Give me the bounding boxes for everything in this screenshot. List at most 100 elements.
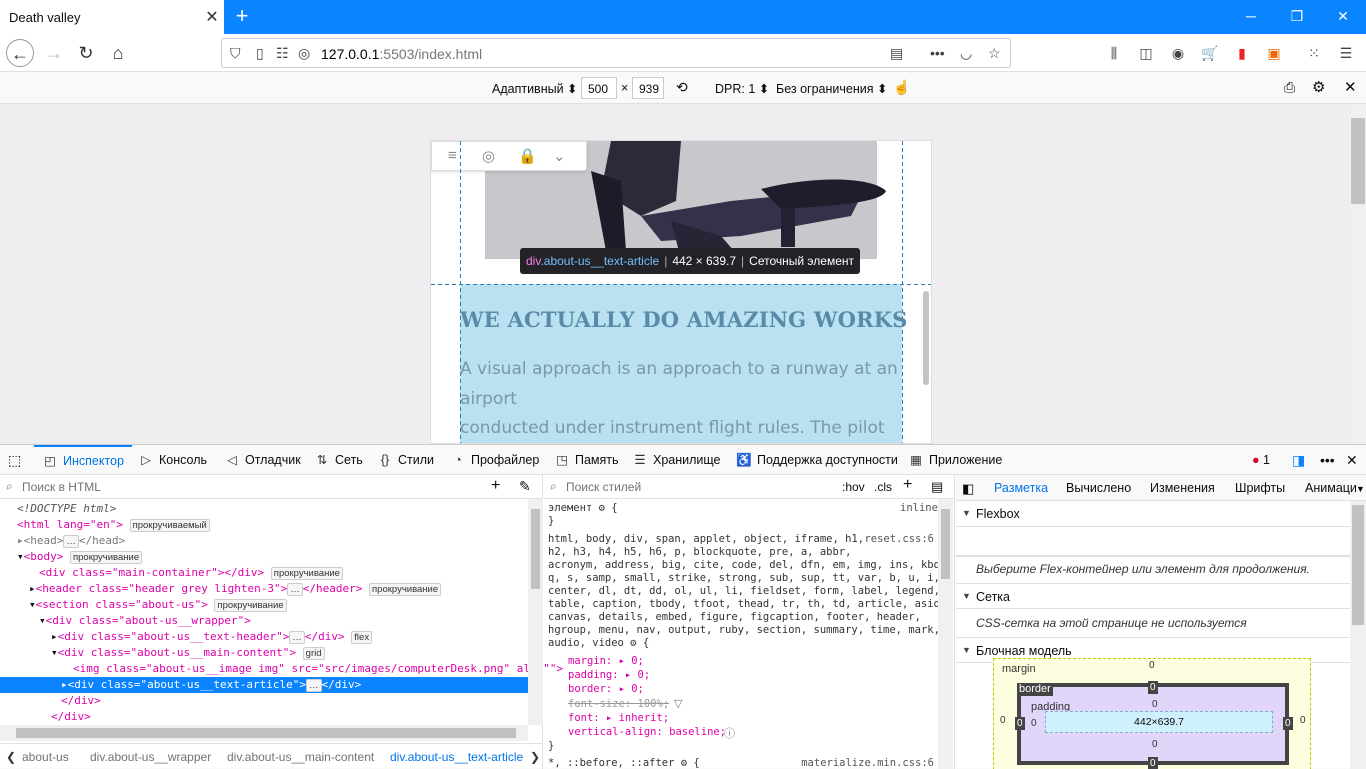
markup-line-selected[interactable]: ▸<div class="about-us__text-article">… </… xyxy=(0,677,528,693)
minimize-icon[interactable]: ─ xyxy=(1228,0,1274,34)
markup-line[interactable]: </div> xyxy=(0,693,528,709)
flag-extension-icon[interactable]: ▮ xyxy=(1232,43,1252,63)
tab-profiler[interactable]: ◔ Профайлер xyxy=(450,445,539,475)
layout-scrollbar[interactable] xyxy=(1350,501,1366,769)
tab-style-editor[interactable]: {} Стили xyxy=(377,445,434,475)
extensions-grid-icon[interactable]: ⁙ xyxy=(1304,43,1324,63)
padding-left-value[interactable]: 0 xyxy=(1031,718,1037,729)
height-input[interactable]: 939 xyxy=(632,77,664,99)
dpr-selector[interactable]: DPR: 1 ⬍ xyxy=(715,81,769,96)
tab-death-valley[interactable]: Death valley ✕ xyxy=(0,0,224,34)
more-options-icon[interactable]: ••• xyxy=(1320,445,1335,475)
margin-right-value[interactable]: 0 xyxy=(1300,715,1306,726)
markup-line[interactable]: ▸<div class="about-us__text-header">… </d… xyxy=(0,629,528,645)
page-frame[interactable]: ≡ ◎ 🔒 ⌄ WE ACTUALLY DO AMAZING WORKS A v… xyxy=(430,140,932,444)
width-input[interactable]: 500 xyxy=(581,77,617,99)
menu-icon[interactable]: ☰ xyxy=(1336,43,1356,63)
add-rule-icon[interactable]: + xyxy=(903,476,912,494)
eyedropper-icon[interactable]: ✎ xyxy=(519,478,531,495)
markup-line[interactable]: </div> xyxy=(0,709,528,725)
breadcrumb-item[interactable]: div.about-us__main-content xyxy=(227,750,374,764)
markup-line[interactable]: ▸<head>… </head> xyxy=(0,533,528,549)
toggle-pane-icon[interactable]: ◧ xyxy=(962,481,974,497)
close-devtools-icon[interactable]: ✕ xyxy=(1346,445,1358,475)
rule-source-link[interactable]: reset.css:6 xyxy=(864,533,934,545)
close-tab-icon[interactable]: ✕ xyxy=(200,7,224,27)
viewport-scrollbar[interactable] xyxy=(1350,104,1366,444)
settings-icon[interactable]: ⚙ xyxy=(1312,78,1325,96)
tab-storage[interactable]: ☰ Хранилище xyxy=(632,445,720,475)
rule-declaration-overridden[interactable]: font-size: 100%; xyxy=(568,698,669,711)
styles-search[interactable]: ⌕ Поиск стилей :hov .cls + ▤ xyxy=(544,475,954,499)
page-icon[interactable]: ▯ xyxy=(256,45,264,62)
dock-side-icon[interactable]: ◨ xyxy=(1292,445,1305,475)
bookmark-star-icon[interactable]: ☆ xyxy=(988,45,1001,62)
rule-source-link[interactable]: materialize.min.css:6 xyxy=(801,757,934,769)
rule-declaration[interactable]: font: ▸ inherit; xyxy=(568,712,669,725)
border-bottom-value[interactable]: 0 xyxy=(1148,757,1158,769)
cls-toggle[interactable]: .cls xyxy=(874,480,892,494)
info-icon[interactable]: ⓘ xyxy=(724,725,735,741)
element-picker-icon[interactable]: ⬚ xyxy=(8,445,21,475)
touch-simulation-icon[interactable]: ☝ xyxy=(893,79,910,96)
rotate-icon[interactable]: ⟲ xyxy=(676,79,688,96)
tab-fonts[interactable]: Шрифты xyxy=(1235,481,1285,495)
tab-inspector[interactable]: ◰ Инспектор xyxy=(34,445,132,475)
home-icon[interactable]: ⌂ xyxy=(104,39,132,67)
forward-icon[interactable]: → xyxy=(40,39,68,67)
breadcrumb-item-current[interactable]: div.about-us__text-article xyxy=(390,750,523,764)
tab-network[interactable]: ⇅ Сеть xyxy=(314,445,363,475)
url-bar[interactable]: ⛉ ▯ ☷ ◎ 127.0.0.1:5503/index.html ▤ ••• … xyxy=(221,38,1011,68)
rule-declaration[interactable]: border: ▸ 0; xyxy=(568,683,644,696)
device-selector[interactable]: Адаптивный ⬍ xyxy=(492,81,578,96)
element-rule[interactable]: элемент ⚙ { xyxy=(548,502,618,515)
html-search[interactable]: ⌕ Поиск в HTML + ✎ xyxy=(0,475,543,499)
pocket-icon[interactable]: ◡ xyxy=(960,45,972,62)
markup-line[interactable]: <html lang="en"> прокручиваемый xyxy=(0,517,528,533)
tab-layout[interactable]: Разметка xyxy=(994,481,1048,495)
cart-extension-icon[interactable]: 🛒 xyxy=(1200,43,1220,63)
close-rdm-icon[interactable]: ✕ xyxy=(1344,78,1357,96)
tab-memory[interactable]: ◳ Память xyxy=(554,445,618,475)
markup-line[interactable]: ▾<div class="about-us__main-content"> gr… xyxy=(0,645,528,661)
extension-icon[interactable]: ▣ xyxy=(1264,43,1284,63)
sidebar-icon[interactable]: ◫ xyxy=(1136,43,1156,63)
page-actions-icon[interactable]: ••• xyxy=(930,45,945,61)
permissions-icon[interactable]: ☷ xyxy=(276,45,289,62)
markup-line[interactable]: ▾<section class="about-us"> прокручивани… xyxy=(0,597,528,613)
markup-horizontal-scrollbar[interactable] xyxy=(0,725,528,741)
markup-line[interactable]: ▾<div class="about-us__wrapper"> xyxy=(0,613,528,629)
reader-view-icon[interactable]: ▤ xyxy=(890,45,903,62)
error-count[interactable]: ● 1 xyxy=(1252,445,1270,475)
tabs-overflow-icon[interactable]: ▼ xyxy=(1356,484,1365,494)
page-scrollbar-thumb[interactable] xyxy=(923,291,929,385)
padding-top-value[interactable]: 0 xyxy=(1152,699,1158,710)
flexbox-section-header[interactable]: ▼ Flexbox xyxy=(956,501,1350,527)
tab-changes[interactable]: Изменения xyxy=(1150,481,1215,495)
tab-accessibility[interactable]: ♿ Поддержка доступности xyxy=(736,445,898,475)
margin-left-value[interactable]: 0 xyxy=(1000,715,1006,726)
border-left-value[interactable]: 0 xyxy=(1015,717,1025,730)
breadcrumb-left-arrow[interactable]: ❮ xyxy=(6,750,16,764)
border-right-value[interactable]: 0 xyxy=(1283,717,1293,730)
hov-toggle[interactable]: :hov xyxy=(842,480,865,494)
rule-declaration[interactable]: padding: ▸ 0; xyxy=(568,669,650,682)
tab-console[interactable]: ▷ Консоль xyxy=(138,445,207,475)
box-model-content[interactable]: 442×639.7 xyxy=(1045,711,1273,733)
tab-animations[interactable]: Анимаци xyxy=(1305,481,1357,495)
margin-top-value[interactable]: 0 xyxy=(1149,660,1155,671)
account-icon[interactable]: ◉ xyxy=(1168,43,1188,63)
rule-declaration[interactable]: vertical-align: baseline; xyxy=(568,726,726,739)
markup-line[interactable]: ▸<header class="header grey lighten-3">…… xyxy=(0,581,528,597)
throttling-selector[interactable]: Без ограничения ⬍ xyxy=(776,81,887,96)
close-window-icon[interactable]: ✕ xyxy=(1320,0,1366,34)
breadcrumb-right-arrow[interactable]: ❯ xyxy=(530,750,540,764)
reload-icon[interactable]: ↻ xyxy=(72,39,100,67)
breadcrumb-item[interactable]: about-us xyxy=(22,750,69,764)
tab-computed[interactable]: Вычислено xyxy=(1066,481,1131,495)
markup-line[interactable]: <!DOCTYPE html> xyxy=(0,501,528,517)
rules-scrollbar[interactable] xyxy=(938,499,953,769)
markup-line[interactable]: <img class="about-us__image img" src="sr… xyxy=(0,661,563,677)
restore-icon[interactable]: ❐ xyxy=(1274,0,1320,34)
grid-section-header[interactable]: ▼ Сетка xyxy=(956,583,1350,609)
